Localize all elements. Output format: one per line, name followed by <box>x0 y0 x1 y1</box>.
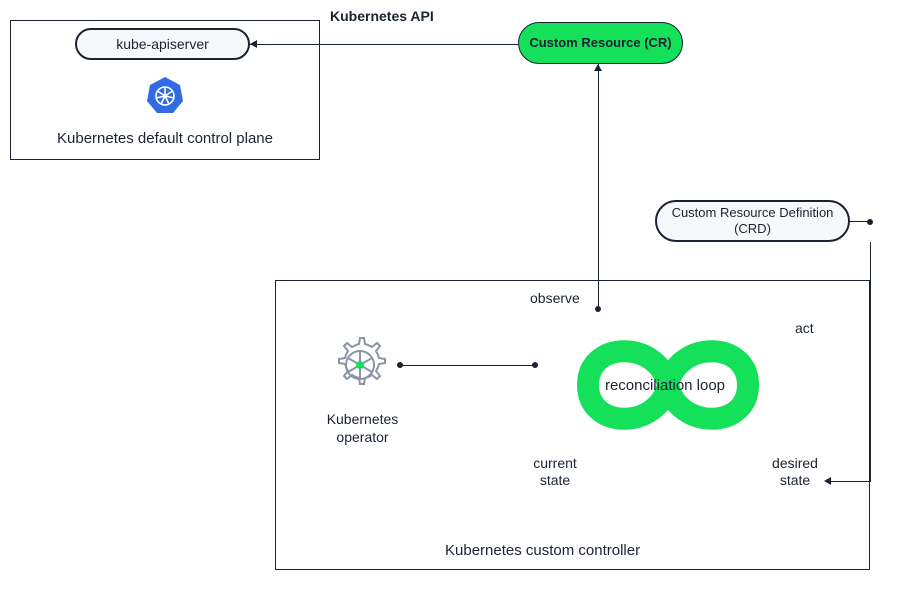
custom-resource-node: Custom Resource (CR) <box>518 22 683 64</box>
edge-observe-arrowhead <box>594 64 602 71</box>
desired-state-label: desired state <box>760 455 830 489</box>
edge-crd-arrowhead <box>824 477 831 485</box>
custom-controller-label: Kubernetes custom controller <box>445 542 640 559</box>
edge-operator-dot-right <box>532 362 538 368</box>
edge-operator-to-loop <box>400 365 535 366</box>
edge-operator-dot-left <box>397 362 403 368</box>
edge-observe-to-cr <box>598 64 599 310</box>
edge-observe-dot <box>595 306 601 312</box>
edge-api-line <box>250 44 518 45</box>
kube-apiserver-label: kube-apiserver <box>116 36 209 52</box>
edge-crd-start-dot <box>867 219 873 225</box>
reconciliation-loop-label: reconciliation loop <box>570 377 760 394</box>
edge-api-arrowhead <box>250 40 257 48</box>
kube-apiserver-node: kube-apiserver <box>75 28 250 60</box>
custom-resource-label: Custom Resource (CR) <box>529 35 671 51</box>
edge-crd-v1 <box>870 242 871 482</box>
current-state-label: current state <box>520 455 590 489</box>
act-label: act <box>795 320 814 336</box>
edge-crd-h <box>830 481 870 482</box>
crd-label: Custom Resource Definition (CRD) <box>657 205 848 236</box>
operator-gear-icon <box>325 330 395 400</box>
operator-label: Kubernetes operator <box>320 410 405 446</box>
kubernetes-logo-icon <box>145 75 185 115</box>
observe-label: observe <box>530 290 580 306</box>
control-plane-label: Kubernetes default control plane <box>30 130 300 147</box>
crd-node: Custom Resource Definition (CRD) <box>655 200 850 242</box>
api-edge-label: Kubernetes API <box>330 8 434 24</box>
